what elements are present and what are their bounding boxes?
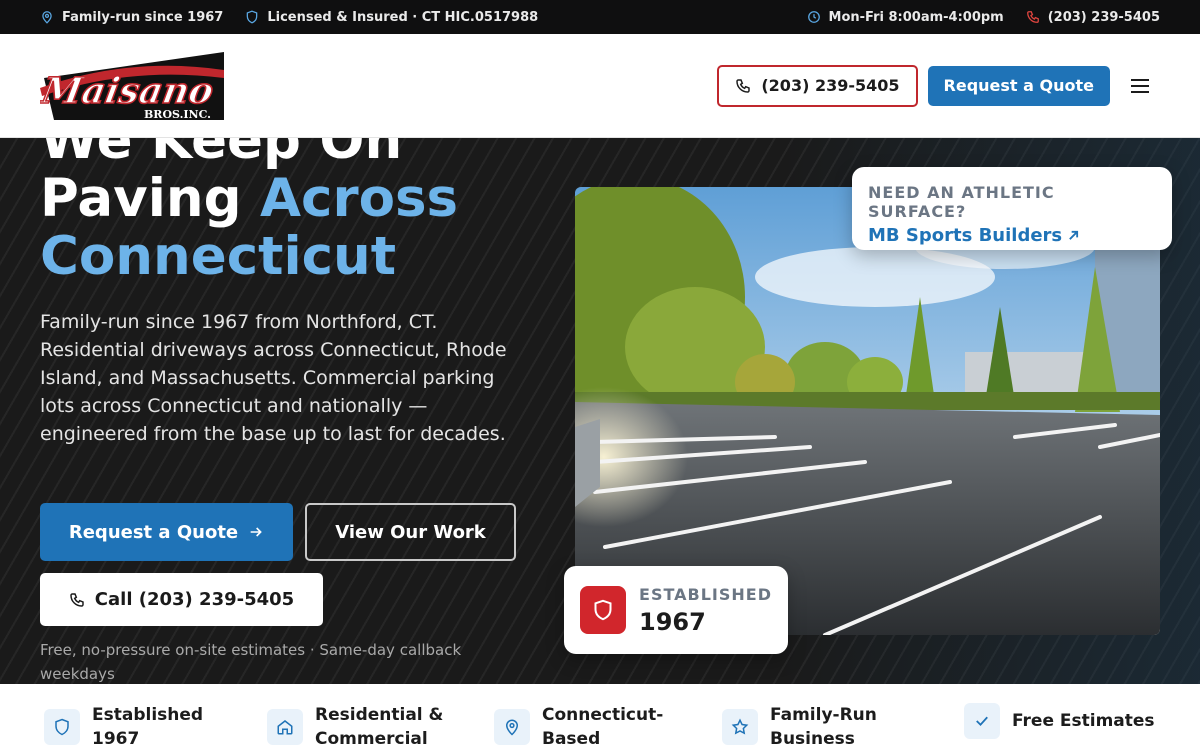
feature-icon-box (964, 703, 1000, 739)
hero-description: Family-run since 1967 from Northford, CT… (40, 311, 507, 445)
sports-kicker: NEED AN ATHLETIC SURFACE? (868, 183, 1055, 221)
hero-title-line2b: Across (260, 168, 459, 229)
logo-graphic: Maisano BROS.INC. (36, 51, 224, 121)
logo-wordmark: Maisano (40, 69, 217, 112)
hero-title-line3: Connecticut (40, 226, 397, 287)
feature-label: Residential & Commercial (315, 705, 444, 749)
logo-subtext: BROS.INC. (144, 108, 211, 121)
feature-item: Residential & Commercial (267, 703, 465, 750)
topbar-licensed: Licensed & Insured · CT HIC.0517988 (245, 10, 538, 25)
feature-item: Connecticut-Based (494, 703, 672, 750)
map-pin-icon (505, 719, 519, 736)
feature-label: Family-Run Business (770, 705, 877, 749)
feature-item: Family-Run Business (722, 703, 900, 750)
topbar-phone-text: (203) 239-5405 (1047, 9, 1160, 25)
topbar-hours-text: Mon-Fri 8:00am-4:00pm (828, 9, 1004, 25)
feature-icon-box (267, 709, 303, 745)
phone-icon (736, 78, 751, 93)
established-label: ESTABLISHED (639, 584, 772, 604)
topbar-phone-link[interactable]: (203) 239-5405 (1026, 10, 1160, 25)
map-pin-icon (42, 11, 52, 24)
feature-icon-box (722, 709, 758, 745)
topbar-hours: Mon-Fri 8:00am-4:00pm (807, 10, 1004, 25)
menu-button[interactable] (1120, 66, 1160, 106)
shield-icon (55, 718, 69, 736)
feature-icon-box (494, 709, 530, 745)
sports-link[interactable]: MB Sports Builders (868, 225, 1156, 246)
hero-title-line2a: Paving (40, 168, 261, 229)
star-icon (731, 718, 749, 735)
hero-section: We Keep On Paving Across Connecticut Fam… (0, 138, 1200, 684)
hero-quote-button[interactable]: Request a Quote (40, 503, 293, 561)
hero-call-button[interactable]: Call (203) 239-5405 (40, 573, 323, 626)
hero-title: We Keep On Paving Across Connecticut (40, 138, 560, 286)
feature-item: Free Estimates (964, 703, 1172, 739)
feature-item: Established 1967 (44, 703, 252, 750)
external-link-icon (1069, 230, 1079, 240)
view-work-button[interactable]: View Our Work (305, 503, 516, 561)
arrow-right-icon (250, 527, 262, 537)
feature-label: Free Estimates (1012, 711, 1155, 731)
check-icon (976, 716, 988, 727)
company-logo[interactable]: Maisano BROS.INC. (36, 48, 228, 124)
site-header: Maisano BROS.INC. (203) 239-5405 Request… (0, 34, 1200, 138)
header-phone-button[interactable]: (203) 239-5405 (717, 64, 918, 107)
established-badge (580, 586, 627, 634)
header-quote-button[interactable]: Request a Quote (927, 65, 1110, 106)
top-info-bar: Family-run since 1967 Licensed & Insured… (0, 0, 1200, 34)
hero-call-label: Call (203) 239-5405 (94, 589, 295, 610)
sports-link-label: MB Sports Builders (868, 225, 1063, 246)
hero-quote-label: Request a Quote (68, 521, 239, 543)
topbar-licensed-text: Licensed & Insured · CT HIC.0517988 (267, 9, 539, 25)
home-icon (277, 720, 293, 735)
shield-icon (247, 10, 258, 24)
topbar-family: Family-run since 1967 (40, 10, 223, 25)
topbar-family-text: Family-run since 1967 (62, 9, 224, 25)
shield-icon (594, 599, 612, 621)
phone-icon (70, 592, 84, 607)
sports-builders-card[interactable]: NEED AN ATHLETIC SURFACE? MB Sports Buil… (852, 167, 1172, 250)
feature-icon-box (44, 709, 80, 745)
established-year: 1967 (639, 607, 706, 636)
hero-title-line1: We Keep On (40, 138, 403, 171)
hero-note: Free, no-pressure on-site estimates · Sa… (40, 641, 462, 683)
features-strip: Established 1967 Residential & Commercia… (0, 684, 1200, 750)
feature-label: Connecticut-Based (542, 705, 664, 749)
phone-icon (1026, 11, 1039, 23)
feature-label: Established 1967 (92, 705, 204, 749)
hamburger-icon (1131, 78, 1149, 93)
header-phone-label: (203) 239-5405 (761, 76, 900, 95)
clock-icon (807, 11, 820, 23)
established-card: ESTABLISHED 1967 (564, 566, 788, 654)
